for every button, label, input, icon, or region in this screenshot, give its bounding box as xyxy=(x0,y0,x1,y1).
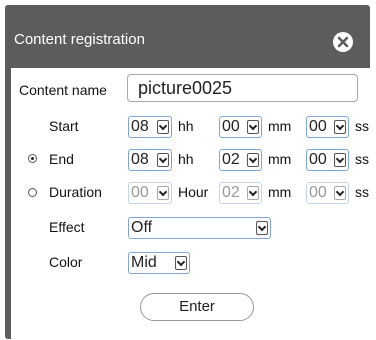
end-hh-unit: hh xyxy=(178,151,194,167)
color-label: Color xyxy=(49,254,83,270)
color-value: Mid xyxy=(131,254,157,271)
duration-label: Duration xyxy=(49,184,102,200)
start-ss-unit: ss xyxy=(355,118,369,134)
duration-second-select[interactable]: 00 xyxy=(306,182,349,204)
duration-radio[interactable] xyxy=(28,188,37,197)
duration-mm-unit: mm xyxy=(268,184,292,200)
duration-hour-unit: Hour xyxy=(178,184,209,200)
chevron-down-icon xyxy=(247,153,259,167)
effect-label: Effect xyxy=(49,219,85,235)
chevron-down-icon xyxy=(256,221,268,235)
chevron-down-icon xyxy=(334,153,346,167)
end-mm-unit: mm xyxy=(268,151,292,167)
end-label: End xyxy=(49,151,74,167)
start-hh-unit: hh xyxy=(178,118,194,134)
start-minute-select[interactable]: 00 xyxy=(219,116,262,138)
effect-value: Off xyxy=(131,219,153,236)
chevron-down-icon xyxy=(157,120,169,134)
end-hour-value: 08 xyxy=(131,151,149,168)
end-hour-select[interactable]: 08 xyxy=(128,149,172,171)
start-second-select[interactable]: 00 xyxy=(306,116,349,138)
enter-button[interactable]: Enter xyxy=(140,293,254,321)
start-hour-value: 08 xyxy=(131,118,149,135)
close-icon[interactable] xyxy=(333,32,353,52)
duration-second-value: 00 xyxy=(309,184,327,201)
chevron-down-icon xyxy=(247,120,259,134)
end-second-value: 00 xyxy=(309,151,327,168)
chevron-down-icon xyxy=(247,186,259,200)
content-name-input[interactable]: picture0025 xyxy=(127,74,358,102)
start-second-value: 00 xyxy=(309,118,327,135)
start-hour-select[interactable]: 08 xyxy=(128,116,172,138)
duration-hour-select[interactable]: 00 xyxy=(128,182,172,204)
duration-ss-unit: ss xyxy=(355,184,369,200)
start-minute-value: 00 xyxy=(222,118,240,135)
end-minute-value: 02 xyxy=(222,151,240,168)
duration-hour-value: 00 xyxy=(131,184,149,201)
end-ss-unit: ss xyxy=(355,151,369,167)
dialog-title: Content registration xyxy=(14,31,145,48)
start-mm-unit: mm xyxy=(268,118,292,134)
duration-minute-value: 02 xyxy=(222,184,240,201)
chevron-down-icon xyxy=(157,186,169,200)
color-select[interactable]: Mid xyxy=(128,252,190,274)
chevron-down-icon xyxy=(157,153,169,167)
content-name-label: Content name xyxy=(19,82,107,98)
end-second-select[interactable]: 00 xyxy=(306,149,349,171)
chevron-down-icon xyxy=(334,186,346,200)
chevron-down-icon xyxy=(334,120,346,134)
end-radio[interactable] xyxy=(28,154,37,163)
start-label: Start xyxy=(49,118,79,134)
duration-minute-select[interactable]: 02 xyxy=(219,182,262,204)
end-minute-select[interactable]: 02 xyxy=(219,149,262,171)
chevron-down-icon xyxy=(175,256,187,270)
content-name-value: picture0025 xyxy=(138,78,233,98)
effect-select[interactable]: Off xyxy=(128,217,271,239)
